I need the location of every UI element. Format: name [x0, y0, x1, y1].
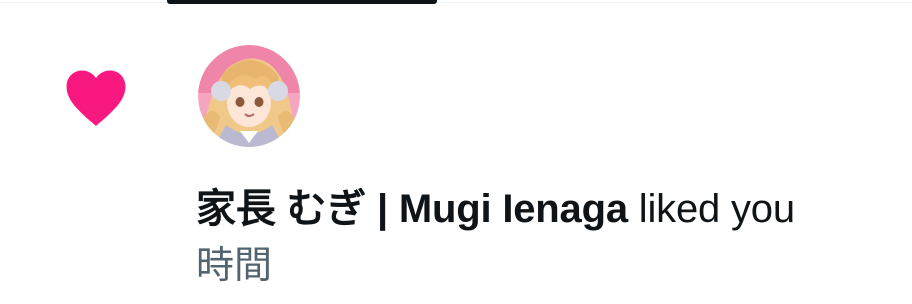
notification-timestamp: 時間	[196, 245, 273, 287]
user-name[interactable]: 家長 むぎ | Mugi Ienaga	[196, 187, 628, 231]
heart-icon	[66, 70, 126, 126]
user-avatar[interactable]	[198, 45, 300, 147]
like-notification[interactable]: 家長 むぎ | Mugi Ienaga liked you 時間	[0, 3, 912, 304]
avatar-illustration	[198, 45, 300, 147]
notification-message: 家長 むぎ | Mugi Ienaga liked you	[196, 185, 795, 233]
notifications-view: 家長 むぎ | Mugi Ienaga liked you 時間	[0, 0, 912, 304]
action-text: liked you	[627, 187, 795, 231]
